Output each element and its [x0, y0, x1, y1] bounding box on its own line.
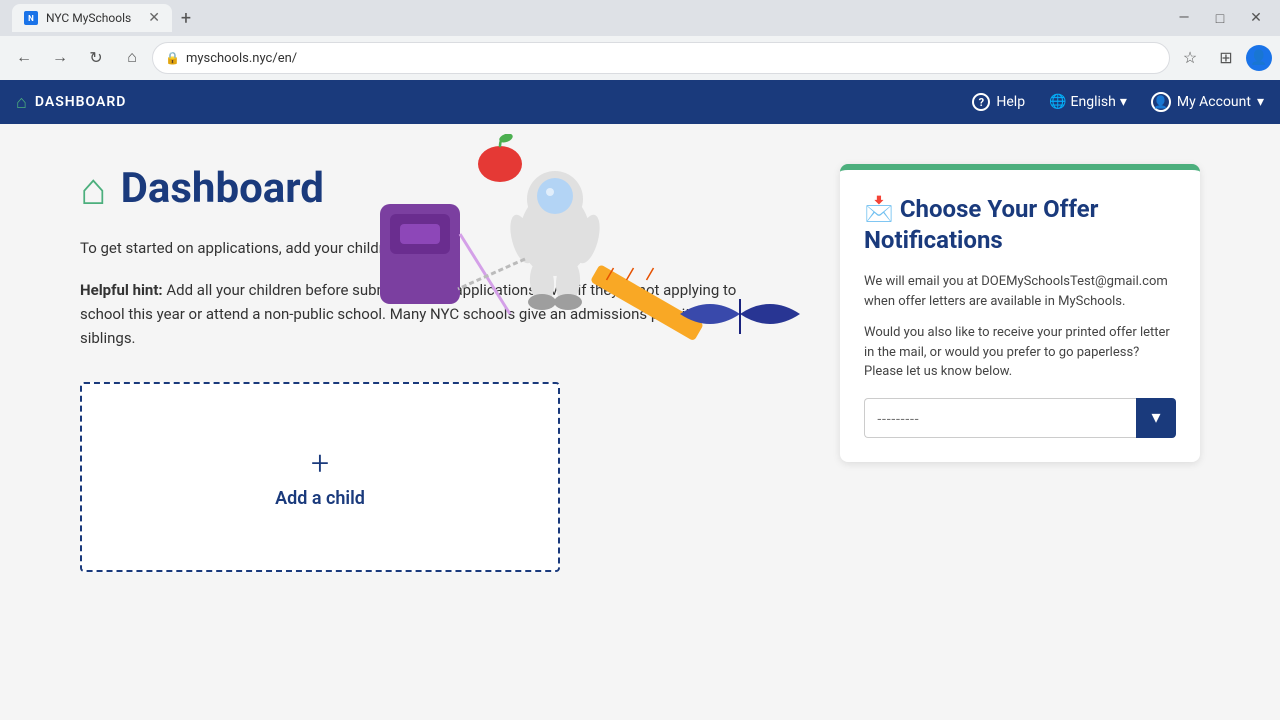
- language-label: English: [1071, 94, 1116, 110]
- forward-button[interactable]: →: [44, 42, 76, 74]
- window-controls: — □ ✕: [1172, 6, 1268, 30]
- app-nav-left: ⌂ DASHBOARD: [16, 92, 126, 113]
- translate-icon: 🌐: [1049, 94, 1066, 110]
- help-icon: ?: [972, 93, 990, 111]
- help-label: Help: [996, 94, 1025, 110]
- language-chevron-icon: ▾: [1120, 94, 1127, 110]
- bookmark-button[interactable]: ☆: [1174, 42, 1206, 74]
- page-title: Dashboard: [121, 164, 324, 213]
- left-section: ⌂ Dashboard To get started on applicatio…: [80, 164, 740, 680]
- minimize-button[interactable]: —: [1172, 6, 1196, 30]
- dashboard-house-icon: ⌂: [80, 167, 107, 211]
- notification-title: 📩 Choose Your Offer Notifications: [864, 194, 1176, 256]
- back-button[interactable]: ←: [8, 42, 40, 74]
- notification-card: 📩 Choose Your Offer Notifications We wil…: [840, 164, 1200, 462]
- browser-actions: ☆ ⊞ 👤: [1174, 42, 1272, 74]
- add-child-plus-icon: +: [311, 444, 329, 482]
- tab-close-button[interactable]: ✕: [148, 10, 160, 26]
- account-label: My Account: [1177, 94, 1251, 110]
- account-icon: 👤: [1151, 92, 1171, 112]
- title-bar: N NYC MySchools ✕ + — □ ✕: [0, 0, 1280, 36]
- maximize-button[interactable]: □: [1208, 6, 1232, 30]
- notification-select-row: ▾: [864, 398, 1176, 438]
- new-tab-button[interactable]: +: [172, 4, 200, 32]
- notification-select-dropdown-button[interactable]: ▾: [1136, 398, 1176, 438]
- app-home-icon: ⌂: [16, 92, 27, 113]
- tab-bar: N NYC MySchools ✕ +: [12, 4, 1172, 32]
- home-button[interactable]: ⌂: [116, 42, 148, 74]
- my-account-button[interactable]: 👤 My Account ▾: [1151, 92, 1264, 112]
- address-bar-row: ← → ↻ ⌂ 🔒 myschools.nyc/en/ ☆ ⊞ 👤: [0, 36, 1280, 80]
- main-content: ⌂ Dashboard To get started on applicatio…: [0, 124, 1280, 720]
- app-navbar: ⌂ DASHBOARD ? Help 🌐 English ▾ 👤 My Acco…: [0, 80, 1280, 124]
- browser-user-avatar[interactable]: 👤: [1246, 45, 1272, 71]
- reload-button[interactable]: ↻: [80, 42, 112, 74]
- tab-title: NYC MySchools: [46, 11, 131, 25]
- address-bar[interactable]: 🔒 myschools.nyc/en/: [152, 42, 1170, 74]
- lock-icon: 🔒: [165, 51, 180, 65]
- notification-email-text: We will email you at DOEMySchoolsTest@gm…: [864, 272, 1176, 311]
- app-nav-title[interactable]: DASHBOARD: [35, 94, 127, 110]
- intro-text: To get started on applications, add your…: [80, 237, 740, 260]
- active-tab[interactable]: N NYC MySchools ✕: [12, 4, 172, 32]
- hint-text: Helpful hint: Add all your children befo…: [80, 278, 740, 350]
- help-button[interactable]: ? Help: [972, 93, 1025, 111]
- address-text: myschools.nyc/en/: [186, 51, 1157, 66]
- language-selector[interactable]: 🌐 English ▾: [1049, 94, 1127, 110]
- notification-preference-select[interactable]: [864, 398, 1136, 438]
- extensions-button[interactable]: ⊞: [1210, 42, 1242, 74]
- account-chevron-icon: ▾: [1257, 94, 1264, 110]
- tab-favicon: N: [24, 11, 38, 25]
- add-child-label: Add a child: [275, 488, 365, 509]
- add-child-card[interactable]: + Add a child: [80, 382, 560, 572]
- close-window-button[interactable]: ✕: [1244, 6, 1268, 30]
- app-nav-right: ? Help 🌐 English ▾ 👤 My Account ▾: [972, 92, 1264, 112]
- notification-body-text: Would you also like to receive your prin…: [864, 323, 1176, 382]
- dropdown-chevron-icon: ▾: [1151, 407, 1160, 428]
- page-title-row: ⌂ Dashboard: [80, 164, 740, 213]
